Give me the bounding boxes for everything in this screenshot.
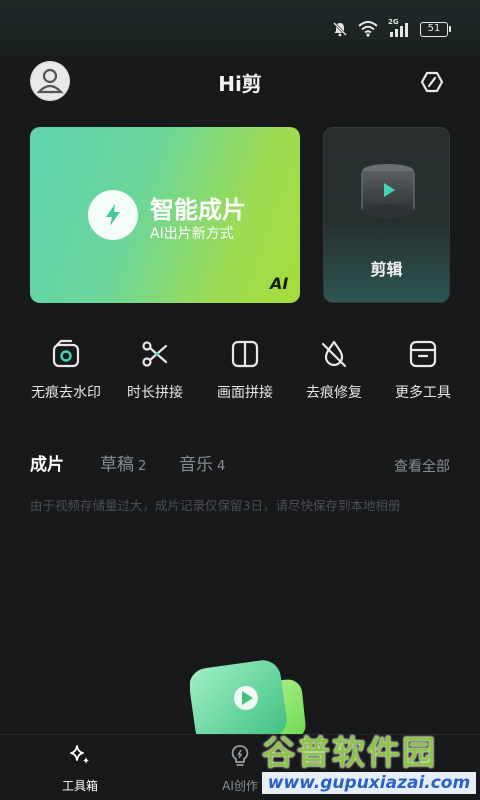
lightning-icon — [88, 190, 138, 240]
smart-create-card[interactable]: 智能成片 AI出片新方式 AI — [30, 127, 300, 303]
tool-label: 无痕去水印 — [31, 385, 101, 401]
split-frame-icon — [231, 340, 259, 368]
watermark-url: www.gupuxiazai.com — [262, 772, 476, 794]
app-header: Hi剪 — [0, 56, 480, 106]
tabs-row: 成片 草稿 2 音乐 4 查看全部 — [0, 446, 480, 482]
tool-frame-join[interactable]: 画面拼接 — [200, 338, 290, 402]
tools-row: 无痕去水印 时长拼接 画面拼接 去痕修复 更多工具 — [0, 338, 480, 408]
watermark-title: 谷普软件园 — [262, 733, 437, 772]
tool-label: 画面拼接 — [217, 385, 273, 401]
hexagon-settings-icon[interactable] — [418, 68, 446, 96]
nav-toolbox[interactable]: 工具箱 — [30, 743, 130, 794]
page-title: Hi剪 — [218, 72, 262, 96]
tab-label: 草稿 — [100, 455, 134, 475]
storage-notice: 由于视频存储量过大，成片记录仅保留3日，请尽快保存到本地相册 — [30, 498, 401, 513]
site-watermark: 谷普软件园 www.gupuxiazai.com — [262, 726, 476, 796]
drop-slash-icon — [321, 340, 347, 368]
battery-level: 51 — [427, 22, 441, 34]
tab-label: 音乐 — [179, 455, 213, 475]
camera-frame-icon — [52, 339, 80, 368]
status-icons: 2G 51 — [332, 18, 451, 37]
tab-count: 2 — [138, 459, 147, 474]
tab-music[interactable]: 音乐 4 — [179, 450, 225, 475]
signal-icon: 2G — [388, 18, 410, 37]
tool-label: 去痕修复 — [306, 385, 362, 401]
smart-card-subtitle: AI出片新方式 — [150, 226, 234, 242]
edit-card-label: 剪辑 — [370, 260, 403, 279]
smart-card-title: 智能成片 — [150, 196, 246, 224]
bulb-icon — [231, 745, 249, 766]
tab-drafts[interactable]: 草稿 2 — [100, 450, 146, 475]
ai-badge: AI — [270, 274, 289, 293]
tab-count: 4 — [217, 459, 226, 474]
tool-more[interactable]: 更多工具 — [378, 338, 468, 402]
nav-label: 工具箱 — [61, 779, 98, 793]
tool-label: 更多工具 — [395, 385, 451, 401]
view-all-link[interactable]: 查看全部 — [394, 456, 450, 476]
tab-finished[interactable]: 成片 — [30, 450, 64, 475]
bell-mute-icon — [333, 22, 347, 37]
tool-watermark-remove[interactable]: 无痕去水印 — [21, 338, 111, 402]
status-bar: 2G 51 — [0, 0, 480, 56]
wifi-icon — [358, 21, 378, 37]
scissors-icon — [142, 341, 168, 367]
box-icon — [409, 340, 437, 368]
tool-label: 时长拼接 — [127, 385, 183, 401]
tab-label: 成片 — [30, 455, 64, 475]
battery-icon: 51 — [420, 21, 451, 37]
film-play-icon — [358, 161, 418, 221]
edit-card[interactable]: 剪辑 — [323, 127, 450, 303]
tool-trace-repair[interactable]: 去痕修复 — [289, 338, 379, 402]
tool-duration-join[interactable]: 时长拼接 — [110, 338, 200, 402]
sparkle-icon — [70, 745, 89, 764]
